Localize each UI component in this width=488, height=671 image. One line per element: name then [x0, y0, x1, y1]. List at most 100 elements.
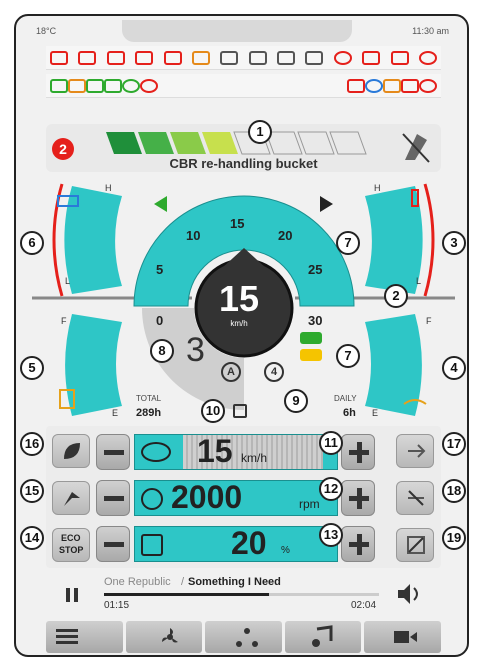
hydraulic-icon [220, 50, 239, 65]
track-separator: / [178, 576, 188, 588]
coolant-high: H [374, 183, 381, 193]
media-player: One Republic / Something I Need 01:15 02… [46, 576, 441, 616]
indicator-arrows-icon [86, 78, 104, 93]
left-turn-icon [154, 196, 167, 212]
callout-9: 9 [284, 389, 308, 413]
callout-10: 10 [201, 399, 225, 423]
axle-lock-icon [300, 332, 322, 344]
attachment-bar[interactable]: 2 CBR re-handling bucket [46, 124, 441, 172]
coolant-icon [411, 189, 419, 207]
four-wheel-drive-icon: 4 [264, 362, 284, 382]
gear-value: 3 [186, 331, 205, 369]
eraser-icon [347, 78, 365, 93]
callout-2: 2 [384, 284, 408, 308]
hydraulic-flow-button[interactable] [396, 434, 434, 468]
menu-icon [56, 629, 78, 644]
fan-value: 20 [231, 525, 267, 561]
total-hours-label: TOTAL [136, 394, 162, 403]
camera-button[interactable] [364, 621, 441, 653]
track-elapsed: 01:15 [104, 600, 130, 611]
speed-unit: km/h [230, 319, 248, 328]
music-phone-icon [311, 625, 333, 647]
attachment-off-icon [407, 536, 425, 554]
work-light-icon [50, 78, 68, 93]
track-progress[interactable] [104, 593, 379, 596]
media-phone-button[interactable] [284, 621, 362, 653]
seatbelt-icon [390, 50, 409, 65]
speed-value: 15 [218, 278, 260, 319]
boom-float-button[interactable] [52, 481, 90, 515]
fan-speed-display: 20 % [134, 525, 338, 562]
operator-icon [140, 78, 158, 93]
speed-decrease-button[interactable] [96, 434, 130, 470]
fan-unit: % [281, 545, 290, 556]
bottom-navigation [46, 621, 441, 653]
reset-icon [365, 78, 383, 93]
fan-increase-button[interactable] [341, 526, 375, 562]
track-progress-fill [104, 593, 269, 596]
battery-warning-icon [106, 50, 125, 65]
warning-indicator-row [46, 46, 441, 70]
eco-leaf-button[interactable] [52, 434, 90, 468]
network-button[interactable] [205, 621, 282, 653]
oil-pressure-icon [135, 50, 154, 65]
coolant-low: L [416, 276, 422, 286]
callout-8: 8 [150, 339, 174, 363]
speed-tick-25: 25 [308, 262, 323, 277]
climate-fan-button[interactable] [125, 621, 203, 653]
callout-18: 18 [442, 479, 466, 503]
rpm-decrease-button[interactable] [96, 480, 130, 516]
speed-tick-15: 15 [230, 216, 245, 231]
control-panel: ECO STOP 15 km/h 2000 rpm 20 % [46, 426, 441, 568]
eco-stop-label-2: STOP [59, 545, 84, 555]
coolant-warning-icon [191, 50, 210, 65]
def-fluid-icon [403, 399, 427, 405]
flow-control-icon [408, 444, 426, 458]
wireless-icon [122, 78, 140, 93]
eco-stop-label-1: ECO [61, 533, 81, 543]
speed-increase-button[interactable] [341, 434, 375, 470]
service-icon [333, 50, 352, 65]
rpm-increase-button[interactable] [341, 480, 375, 516]
speed-limit-value: 15 [197, 433, 233, 469]
transmission-warning-icon [78, 50, 97, 65]
pause-button[interactable] [66, 588, 78, 602]
callout-13: 13 [319, 523, 343, 547]
attachment-off-button[interactable] [396, 528, 434, 562]
temperature-readout: 18°C [36, 26, 57, 36]
status-indicator-row [46, 74, 441, 98]
track-title: Something I Need [188, 576, 281, 588]
boom-icon [64, 492, 80, 506]
callout-19: 19 [442, 526, 466, 550]
right-turn-icon [320, 196, 333, 212]
fan-decrease-button[interactable] [96, 526, 130, 562]
parking-brake-icon [419, 78, 437, 93]
rpm-value: 2000 [171, 479, 243, 515]
speed-tick-0: 0 [156, 313, 164, 328]
speed-limit-icon [141, 442, 171, 462]
auto-mode-icon: A [221, 362, 241, 382]
fuel-low-icon [401, 78, 419, 93]
network-icon [236, 628, 259, 647]
callout-11: 11 [319, 431, 343, 455]
fuel-filter-icon [362, 50, 381, 65]
attachment-name: CBR re-handling bucket [169, 156, 318, 171]
callout-5: 5 [20, 356, 44, 380]
status-pill [122, 20, 352, 42]
hydraulic-lock-button[interactable] [396, 481, 434, 515]
hydraulic-lock-icon [408, 490, 424, 506]
speed-tick-20: 20 [278, 228, 293, 243]
daily-hours-label: DAILY [334, 394, 357, 403]
volume-icon[interactable] [396, 582, 426, 606]
rpm-display: 2000 rpm [134, 479, 338, 516]
attachment-level-bar [106, 131, 367, 155]
daily-hours-value: 6h [343, 407, 356, 419]
eco-stop-button[interactable]: ECO STOP [52, 528, 90, 562]
fuel-full: F [61, 316, 67, 326]
display-frame: 18°C 11:30 am 2 CBR re-handling bucket H… [14, 14, 469, 657]
rpm-unit: rpm [299, 497, 320, 511]
callout-4: 4 [442, 356, 466, 380]
menu-button[interactable] [46, 621, 123, 653]
camera-icon [394, 631, 418, 643]
filter-warning-icon [163, 50, 182, 65]
